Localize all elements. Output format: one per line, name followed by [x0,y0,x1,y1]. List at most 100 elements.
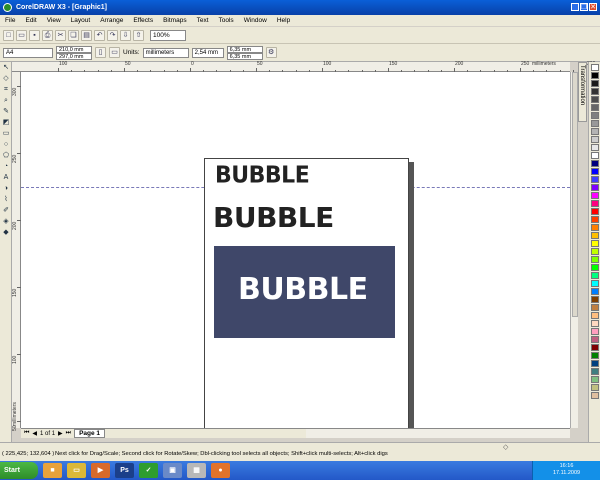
minimize-icon[interactable]: _ [571,3,579,11]
smart-fill-tool-icon[interactable]: ◩ [1,118,11,128]
menu-layout[interactable]: Layout [66,17,96,24]
palette-swatch[interactable] [591,184,599,191]
export-icon[interactable]: ⇧ [133,29,144,41]
palette-swatch[interactable] [591,320,599,327]
palette-swatch[interactable] [591,216,599,223]
no-color-swatch[interactable] [591,64,599,71]
ellipse-tool-icon[interactable]: ○ [1,140,11,150]
palette-swatch[interactable] [591,336,599,343]
rectangle-tool-icon[interactable]: ▭ [1,129,11,139]
palette-swatch[interactable] [591,280,599,287]
taskbar-photoshop-icon[interactable]: Ps [115,463,134,478]
freehand-tool-icon[interactable]: ✎ [1,107,11,117]
menu-effects[interactable]: Effects [128,17,158,24]
print-icon[interactable]: ⎙ [42,29,53,41]
menu-arrange[interactable]: Arrange [95,17,128,24]
palette-swatch[interactable] [591,256,599,263]
drawing-canvas[interactable]: BUBBLE BUBBLE BUBBLE [21,72,570,428]
palette-swatch[interactable] [591,96,599,103]
palette-swatch[interactable] [591,152,599,159]
vertical-scrollbar[interactable] [570,72,578,428]
paper-size-select[interactable]: A4 [3,47,53,58]
page-width-field[interactable]: 210,0 mm [56,45,92,53]
bubble-text-small[interactable]: BUBBLE [215,162,310,188]
menu-tools[interactable]: Tools [214,17,239,24]
palette-swatch[interactable] [591,248,599,255]
palette-swatch[interactable] [591,192,599,199]
taskbar-folder-icon[interactable]: ▭ [67,463,86,478]
palette-swatch[interactable] [591,128,599,135]
palette-swatch[interactable] [591,104,599,111]
text-tool-icon[interactable]: A [1,173,11,183]
redo-icon[interactable]: ↷ [107,29,118,41]
palette-swatch[interactable] [591,168,599,175]
palette-swatch[interactable] [591,144,599,151]
first-page-icon[interactable]: ⏮ [24,430,29,437]
close-icon[interactable]: ✕ [589,3,597,11]
palette-swatch[interactable] [591,272,599,279]
fill-tool-icon[interactable]: ◈ [1,217,11,227]
eyedropper-tool-icon[interactable]: ⌇ [1,195,11,205]
bubble-text-white[interactable]: BUBBLE [238,272,368,307]
copy-icon[interactable]: ❏ [68,29,79,41]
units-select[interactable]: millimeters [142,47,189,58]
nudge-field[interactable]: 2,54 mm [191,47,224,58]
palette-swatch[interactable] [591,344,599,351]
palette-swatch[interactable] [591,360,599,367]
page-border[interactable]: BUBBLE BUBBLE BUBBLE [204,158,409,428]
palette-swatch[interactable] [591,200,599,207]
paste-icon[interactable]: ▤ [81,29,92,41]
palette-swatch[interactable] [591,160,599,167]
palette-swatch[interactable] [591,288,599,295]
palette-swatch[interactable] [591,264,599,271]
palette-swatch[interactable] [591,240,599,247]
start-button[interactable]: Start [0,462,38,479]
interactive-blend-tool-icon[interactable]: ◑ [1,184,11,194]
page-tab[interactable]: Page 1 [74,429,106,438]
menu-help[interactable]: Help [272,17,295,24]
palette-swatch[interactable] [591,232,599,239]
docker-tab-transformation[interactable]: Transformation [578,62,587,122]
taskbar-corel-icon[interactable]: ✓ [139,463,158,478]
palette-swatch[interactable] [591,368,599,375]
restore-icon[interactable]: ❐ [580,3,588,11]
page-height-field[interactable]: 297,0 mm [56,52,92,60]
menu-view[interactable]: View [42,17,66,24]
last-page-icon[interactable]: ⏭ [66,430,71,437]
interactive-fill-tool-icon[interactable]: ◆ [1,228,11,238]
menu-window[interactable]: Window [239,17,272,24]
palette-swatch[interactable] [591,88,599,95]
taskbar-firefox-icon[interactable]: ● [211,463,230,478]
crop-tool-icon[interactable]: ⌗ [1,85,11,95]
prev-page-icon[interactable]: ◀ [32,430,37,437]
polygon-tool-icon[interactable]: ⬠ [1,151,11,161]
palette-swatch[interactable] [591,296,599,303]
zoom-level-select[interactable]: 100% [150,29,186,41]
palette-swatch[interactable] [591,328,599,335]
palette-swatch[interactable] [591,208,599,215]
horizontal-scrollbar[interactable] [306,428,570,438]
bubble-text-large[interactable]: BUBBLE [213,201,334,234]
next-page-icon[interactable]: ▶ [58,430,63,437]
import-icon[interactable]: ⇩ [120,29,131,41]
taskbar-media-icon[interactable]: ▶ [91,463,110,478]
undo-icon[interactable]: ↶ [94,29,105,41]
menu-edit[interactable]: Edit [20,17,41,24]
basic-shapes-tool-icon[interactable]: ◔ [1,162,11,172]
palette-swatch[interactable] [591,120,599,127]
save-icon[interactable]: ▪ [29,29,40,41]
outline-tool-icon[interactable]: ✐ [1,206,11,216]
palette-swatch[interactable] [591,80,599,87]
taskbar-app-1-icon[interactable]: ■ [43,463,62,478]
menu-bitmaps[interactable]: Bitmaps [158,17,191,24]
options-icon[interactable]: ⚙ [265,47,277,58]
menu-file[interactable]: File [0,17,20,24]
palette-swatch[interactable] [591,224,599,231]
new-icon[interactable]: □ [3,29,14,41]
menu-text[interactable]: Text [192,17,214,24]
duplicate-y-field[interactable]: 6,35 mm [226,52,263,60]
palette-swatch[interactable] [591,384,599,391]
taskbar-viewer-icon[interactable]: ▣ [163,463,182,478]
fill-indicator-icon[interactable]: ◇ [503,443,508,451]
palette-swatch[interactable] [591,112,599,119]
